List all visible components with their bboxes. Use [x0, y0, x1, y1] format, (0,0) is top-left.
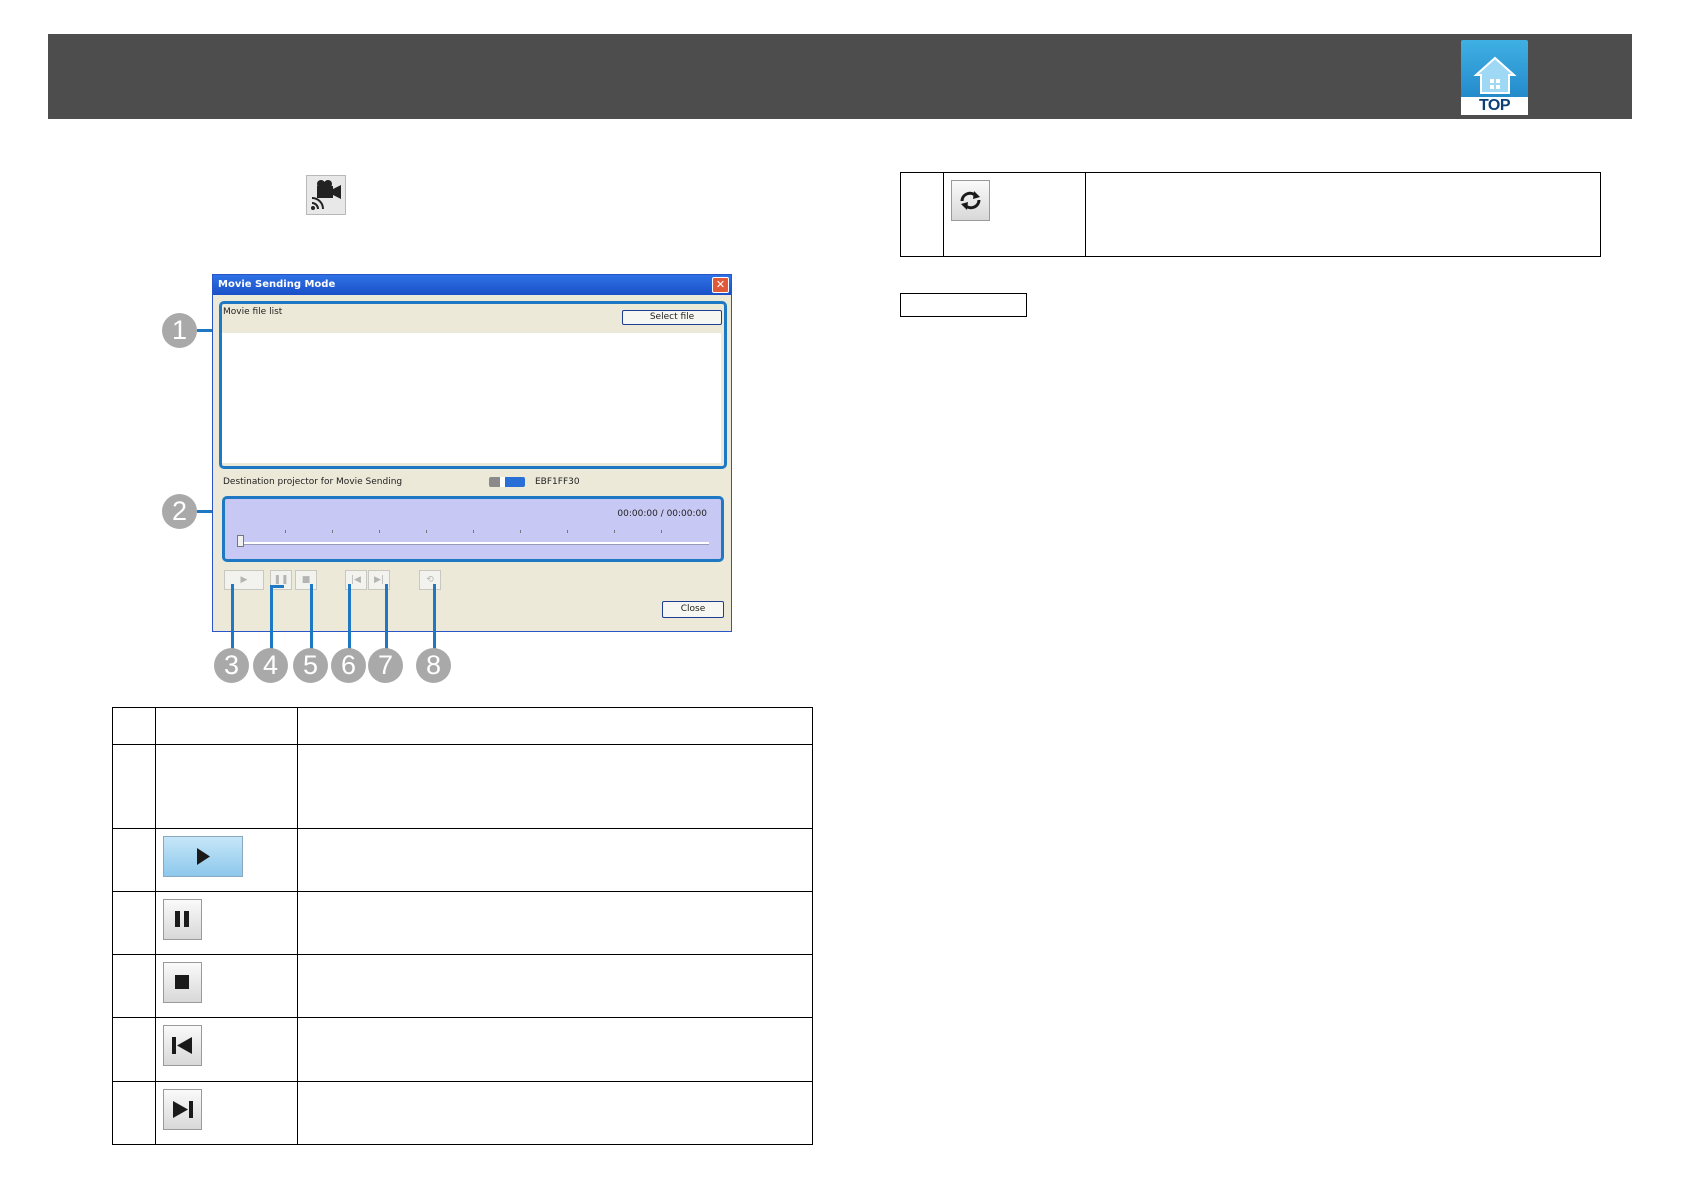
callout-leader-1 [197, 329, 212, 332]
table-row [112, 744, 813, 829]
seek-slider-thumb[interactable] [237, 535, 244, 547]
destination-label: Destination projector for Movie Sending [223, 477, 403, 487]
button-description-table [112, 707, 813, 1145]
pause-icon [163, 899, 202, 940]
repeat-icon [951, 180, 990, 221]
play-icon [163, 836, 243, 877]
close-button[interactable]: Close [662, 601, 724, 618]
table-cell [155, 707, 298, 745]
table-cell [297, 707, 813, 745]
slider-tick [520, 530, 521, 533]
repeat-description-table [900, 172, 1601, 257]
callout-number-4: 4 [253, 648, 288, 683]
table-cell [297, 1081, 813, 1145]
callout-number-1: 1 [162, 313, 197, 348]
table-header-row [112, 707, 813, 745]
callout-leader-4 [270, 586, 273, 650]
callout-number-2: 2 [162, 494, 197, 529]
table-cell [297, 891, 813, 955]
table-row [112, 1081, 813, 1145]
window-titlebar: Movie Sending Mode ✕ [213, 275, 731, 295]
table-cell [112, 1017, 156, 1082]
slider-tick [285, 530, 286, 533]
projector-icon [489, 477, 525, 487]
table-cell [297, 954, 813, 1018]
destination-value: EBF1FF30 [535, 477, 580, 487]
table-cell [297, 744, 813, 829]
slider-tick [614, 530, 615, 533]
house-icon [1472, 55, 1517, 95]
table-cell [943, 172, 1086, 257]
callout-leader-7 [385, 584, 388, 650]
callout-number-6: 6 [331, 648, 366, 683]
table-cell [155, 954, 298, 1018]
seek-slider-track[interactable] [239, 542, 709, 545]
table-row [900, 172, 1601, 257]
callout-number-8: 8 [416, 648, 451, 683]
table-cell [1085, 172, 1601, 257]
slider-tick [661, 530, 662, 533]
table-row [112, 1017, 813, 1082]
table-cell [112, 891, 156, 955]
play-control-button[interactable]: ▶ [224, 570, 264, 590]
callout-number-7: 7 [368, 648, 403, 683]
callout-leader-3 [231, 584, 234, 650]
table-cell [112, 828, 156, 892]
callout-leader-6 [348, 584, 351, 650]
callout-leader-8 [433, 584, 436, 650]
window-close-icon[interactable]: ✕ [712, 277, 729, 293]
table-cell [900, 172, 944, 257]
previous-track-icon [163, 1025, 202, 1066]
stop-control-button[interactable]: ■ [295, 570, 317, 590]
time-display: 00:00:00 / 00:00:00 [617, 509, 707, 519]
window-title: Movie Sending Mode [218, 279, 336, 290]
repeat-control-button[interactable]: ⟲ [419, 570, 441, 590]
note-box [900, 293, 1027, 317]
callout-frame-1 [219, 301, 727, 469]
callout-leader-2 [197, 510, 212, 513]
callout-leader-5 [310, 584, 313, 650]
table-cell [112, 954, 156, 1018]
slider-tick [379, 530, 380, 533]
next-track-icon [163, 1089, 202, 1130]
table-cell [297, 828, 813, 892]
playback-panel: 00:00:00 / 00:00:00 [222, 496, 724, 562]
callout-number-3: 3 [214, 648, 249, 683]
table-row [112, 954, 813, 1018]
table-cell [297, 1017, 813, 1082]
movie-sending-window: Movie Sending Mode ✕ Movie file list Sel… [212, 274, 732, 632]
stop-icon [163, 962, 202, 1003]
table-row [112, 891, 813, 955]
table-cell [155, 891, 298, 955]
slider-tick [567, 530, 568, 533]
callout-number-5: 5 [293, 648, 328, 683]
table-cell [155, 828, 298, 892]
table-cell [112, 707, 156, 745]
table-cell [112, 744, 156, 829]
slider-tick [332, 530, 333, 533]
header-bar [48, 34, 1632, 119]
top-badge-label: TOP [1461, 97, 1528, 115]
table-cell [155, 1017, 298, 1082]
table-cell [112, 1081, 156, 1145]
movie-camera-icon [306, 175, 346, 215]
table-row [112, 828, 813, 892]
table-cell [155, 744, 298, 829]
top-link-button[interactable]: TOP [1461, 40, 1528, 115]
slider-tick [426, 530, 427, 533]
callout-leader-4-hook [270, 585, 284, 588]
table-cell [155, 1081, 298, 1145]
slider-tick [473, 530, 474, 533]
